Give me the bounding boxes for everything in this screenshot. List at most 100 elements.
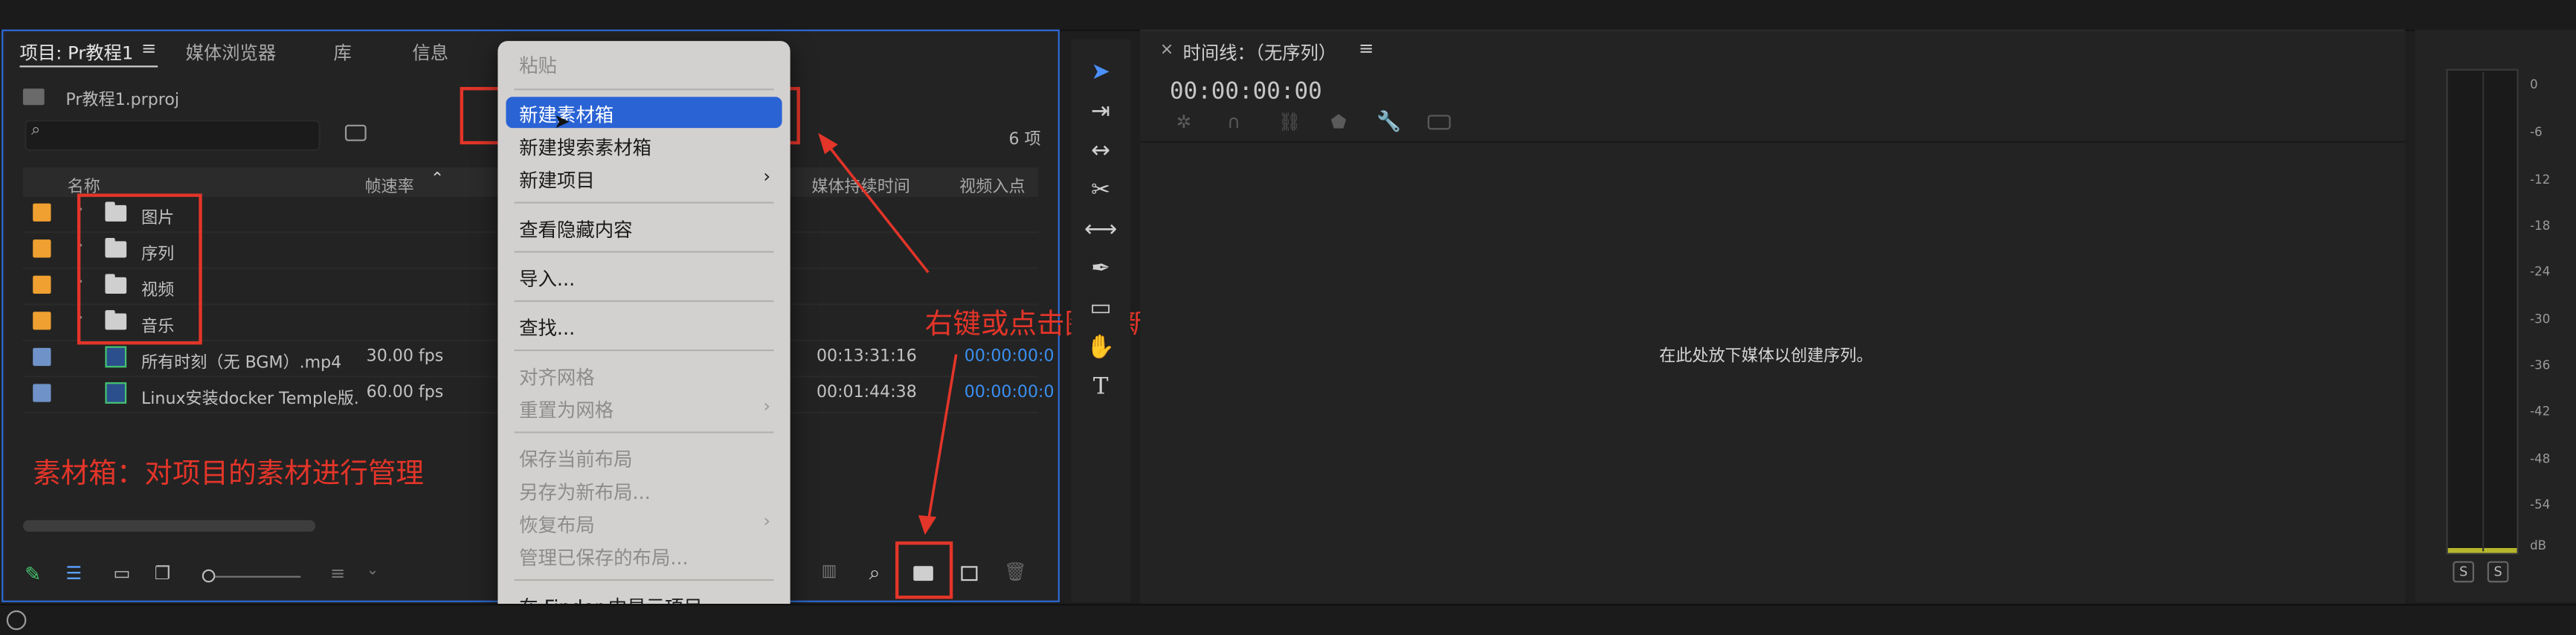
menu-item-reset-grid[interactable]: 重置为网格 bbox=[519, 397, 614, 423]
item-count: 6 项 bbox=[1008, 131, 1041, 149]
nest-icon[interactable]: ✲ bbox=[1176, 112, 1191, 133]
solo-right-button[interactable]: S bbox=[2487, 561, 2509, 583]
tools-panel: ➤ ⇥ ↔ ✂ ⟷ ✒ ▭ ✋ T bbox=[1071, 39, 1130, 602]
tab-project[interactable]: 项目: Pr教程1 bbox=[20, 39, 134, 65]
active-tab-underline bbox=[19, 65, 158, 68]
type-tool-icon[interactable]: T bbox=[1083, 371, 1119, 404]
menu-separator bbox=[514, 578, 774, 581]
menu-item-restore-layout[interactable]: 恢复布局 bbox=[519, 512, 595, 538]
menu-separator bbox=[514, 431, 774, 433]
hamburger-icon[interactable]: ≡ bbox=[141, 38, 156, 59]
meter-scale-label: -18 bbox=[2530, 218, 2551, 233]
meter-scale-label: -24 bbox=[2530, 264, 2551, 280]
meter-scale-label: -54 bbox=[2530, 497, 2551, 512]
meter-scale-label: -42 bbox=[2530, 403, 2551, 419]
creative-cloud-icon[interactable] bbox=[6, 610, 27, 631]
chevron-right-icon: › bbox=[763, 165, 771, 187]
pen-tool-icon[interactable]: ✒ bbox=[1083, 253, 1119, 286]
menu-item-view-hidden[interactable]: 查看隐藏内容 bbox=[519, 216, 632, 242]
menu-separator bbox=[514, 300, 774, 303]
label-color-swatch[interactable] bbox=[33, 312, 51, 330]
wrench-icon[interactable]: 🔧 bbox=[1376, 110, 1401, 133]
clip-name: 所有时刻（无 BGM）.mp4 bbox=[141, 354, 342, 373]
ripple-edit-tool-icon[interactable]: ↔ bbox=[1083, 135, 1119, 167]
meter-scale-label: -6 bbox=[2530, 124, 2543, 140]
chevron-down-icon[interactable]: ⌄ bbox=[367, 563, 379, 579]
chevron-right-icon: › bbox=[763, 510, 771, 532]
trash-icon[interactable]: 🗑 bbox=[1004, 561, 1027, 583]
timeline-panel bbox=[1140, 29, 2406, 605]
solo-left-button[interactable]: S bbox=[2453, 561, 2475, 583]
menu-separator bbox=[514, 251, 774, 253]
search-input[interactable] bbox=[25, 120, 321, 152]
icon-view-icon[interactable]: ▭ bbox=[113, 563, 130, 584]
timeline-title[interactable]: 时间线：（无序列） bbox=[1183, 39, 1337, 65]
bin-annotation-note: 素材箱：对项目的素材进行管理 bbox=[33, 457, 424, 491]
menu-item-new-item[interactable]: 新建项目 bbox=[519, 167, 595, 193]
razor-tool-icon[interactable]: ✂ bbox=[1083, 174, 1119, 207]
automate-to-sequence-icon[interactable]: ▥ bbox=[822, 563, 837, 581]
find-icon[interactable]: ⌕ bbox=[869, 561, 880, 586]
close-icon[interactable]: × bbox=[1160, 41, 1174, 59]
linked-selection-icon[interactable]: ⛓ bbox=[1278, 112, 1301, 133]
meter-scale-label: dB bbox=[2530, 538, 2547, 553]
mouse-cursor-icon: ➤ bbox=[553, 109, 570, 133]
menu-item-save-as-layout[interactable]: 另存为新布局... bbox=[519, 479, 651, 505]
label-color-swatch[interactable] bbox=[33, 347, 51, 367]
menu-separator bbox=[514, 88, 774, 91]
menu-item-paste[interactable]: 粘贴 bbox=[519, 53, 557, 79]
label-color-swatch[interactable] bbox=[33, 275, 51, 294]
clip-fps: 60.00 fps bbox=[366, 384, 444, 402]
snap-magnet-icon[interactable]: ∩ bbox=[1227, 112, 1240, 133]
new-item-icon[interactable] bbox=[961, 566, 978, 581]
clip-name: Linux安装docker Temple版. bbox=[141, 390, 359, 409]
status-bar bbox=[0, 604, 2576, 635]
menu-item-save-layout[interactable]: 保存当前布局 bbox=[519, 446, 632, 472]
zoom-slider-track[interactable] bbox=[215, 576, 301, 578]
track-select-tool-icon[interactable]: ⇥ bbox=[1083, 95, 1119, 128]
context-menu: 粘贴 新建素材箱 ➤ 新建搜索素材箱 新建项目 › 查看隐藏内容 导入... 查… bbox=[498, 41, 790, 627]
meter-scale-label: -36 bbox=[2530, 358, 2551, 373]
hand-tool-icon[interactable]: ✋ bbox=[1083, 332, 1119, 364]
meter-channel-divider bbox=[2482, 72, 2485, 552]
hamburger-icon[interactable]: ≡ bbox=[1359, 38, 1374, 59]
meter-scale-label: -48 bbox=[2530, 451, 2551, 466]
label-color-swatch[interactable] bbox=[33, 239, 51, 258]
tab-info[interactable]: 信息 bbox=[413, 39, 449, 65]
menu-item-align-grid[interactable]: 对齐网格 bbox=[519, 364, 595, 390]
menu-item-new-search-bin[interactable]: 新建搜索素材箱 bbox=[519, 135, 651, 161]
timecode-display[interactable]: 00:00:00:00 bbox=[1170, 79, 1322, 105]
clip-icon bbox=[105, 346, 127, 368]
slip-tool-icon[interactable]: ⟷ bbox=[1083, 213, 1119, 246]
selection-tool-icon[interactable]: ➤ bbox=[1083, 56, 1119, 88]
meter-scale-label: -12 bbox=[2530, 172, 2551, 187]
column-fps[interactable]: 帧速率 bbox=[364, 173, 413, 197]
clip-fps: 30.00 fps bbox=[366, 347, 444, 367]
project-file-icon bbox=[22, 88, 45, 106]
sort-icon[interactable]: ≡ bbox=[330, 563, 345, 584]
tab-libraries[interactable]: 库 bbox=[333, 39, 351, 65]
drop-media-hint: 在此处放下媒体以创建序列。 bbox=[1659, 347, 1873, 367]
pencil-icon[interactable]: ✎ bbox=[25, 563, 41, 586]
label-color-swatch[interactable] bbox=[33, 384, 51, 402]
top-bar bbox=[0, 0, 2576, 31]
menu-item-import[interactable]: 导入... bbox=[519, 265, 575, 291]
captions-icon[interactable] bbox=[1427, 115, 1451, 130]
menu-item-find[interactable]: 查找... bbox=[519, 315, 575, 341]
bins-highlight-box bbox=[77, 193, 202, 345]
freeform-view-icon[interactable]: ❐ bbox=[155, 563, 171, 584]
menu-separator bbox=[514, 349, 774, 352]
label-color-swatch[interactable] bbox=[33, 203, 51, 222]
tab-media-browser[interactable]: 媒体浏览器 bbox=[186, 39, 277, 65]
list-view-icon[interactable]: ☰ bbox=[65, 563, 82, 584]
rectangle-tool-icon[interactable]: ▭ bbox=[1083, 292, 1119, 325]
menu-item-manage-layouts[interactable]: 管理已保存的布局... bbox=[519, 545, 688, 571]
add-marker-icon[interactable]: ⬟ bbox=[1330, 112, 1346, 133]
annotation-arrows bbox=[818, 132, 958, 535]
new-search-bin-icon[interactable] bbox=[344, 124, 367, 141]
meter-scale-label: 0 bbox=[2530, 77, 2538, 92]
chevron-right-icon: › bbox=[763, 395, 771, 417]
zoom-slider-handle[interactable] bbox=[202, 569, 216, 583]
horizontal-scrollbar[interactable] bbox=[22, 520, 316, 532]
search-icon: ⌕ bbox=[30, 121, 41, 140]
